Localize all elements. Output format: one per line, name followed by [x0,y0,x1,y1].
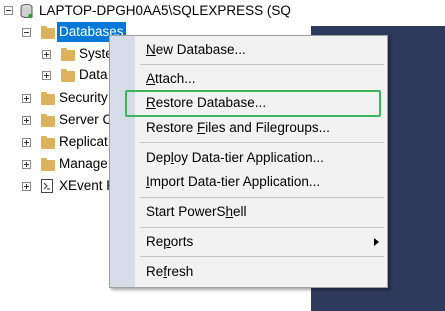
folder-icon [41,136,55,149]
collapse-icon[interactable] [4,6,13,15]
expand-icon[interactable] [22,182,31,191]
menu-separator [140,227,384,228]
expand-icon[interactable] [22,116,31,125]
folder-icon [41,114,55,127]
folder-icon [41,92,55,105]
menu-item-import-data-tier-application[interactable]: Import Data-tier Application... [135,170,387,194]
menu-item-attach[interactable]: Attach... [135,67,387,91]
menu-separator [140,142,384,143]
expand-icon[interactable] [22,160,31,169]
server-objects-label[interactable]: Server C [59,110,112,130]
expand-icon[interactable] [42,71,51,80]
folder-icon [41,158,55,171]
databases-context-menu: New Database... Attach... Restore Databa… [109,35,388,288]
menu-item-deploy-data-tier-application[interactable]: Deploy Data-tier Application... [135,146,387,170]
security-label[interactable]: Security [59,88,108,108]
submenu-arrow-icon [374,238,379,246]
menu-item-new-database[interactable]: New Database... [135,38,387,62]
folder-icon [61,69,75,82]
menu-item-restore-files-and-filegroups[interactable]: Restore Files and Filegroups... [135,116,387,140]
xevent-profiler-icon [41,179,53,199]
background-top-strip [311,0,445,26]
tree-node-server[interactable]: LAPTOP-DPGH0AA5\SQLEXPRESS (SQ [0,1,311,21]
server-node-label[interactable]: LAPTOP-DPGH0AA5\SQLEXPRESS (SQ [39,1,291,21]
replication-label[interactable]: Replicat [59,132,108,152]
collapse-icon[interactable] [22,28,31,37]
menu-separator [140,64,384,65]
menu-separator [140,197,384,198]
expand-icon[interactable] [42,50,51,59]
management-label[interactable]: Manage [59,154,108,174]
database-snapshots-label[interactable]: Data [79,65,108,85]
menu-item-refresh[interactable]: Refresh [135,260,387,284]
menu-icon-gutter [110,36,135,287]
menu-item-reports[interactable]: Reports [135,230,387,254]
folder-icon [61,48,75,61]
expand-icon[interactable] [22,94,31,103]
xevent-profiler-label[interactable]: XEvent P [59,176,115,196]
menu-separator [140,256,384,257]
menu-item-start-powershell[interactable]: Start PowerShell [135,200,387,224]
expand-icon[interactable] [22,138,31,147]
folder-icon [41,26,55,39]
restore-database-highlight-box [125,90,381,117]
